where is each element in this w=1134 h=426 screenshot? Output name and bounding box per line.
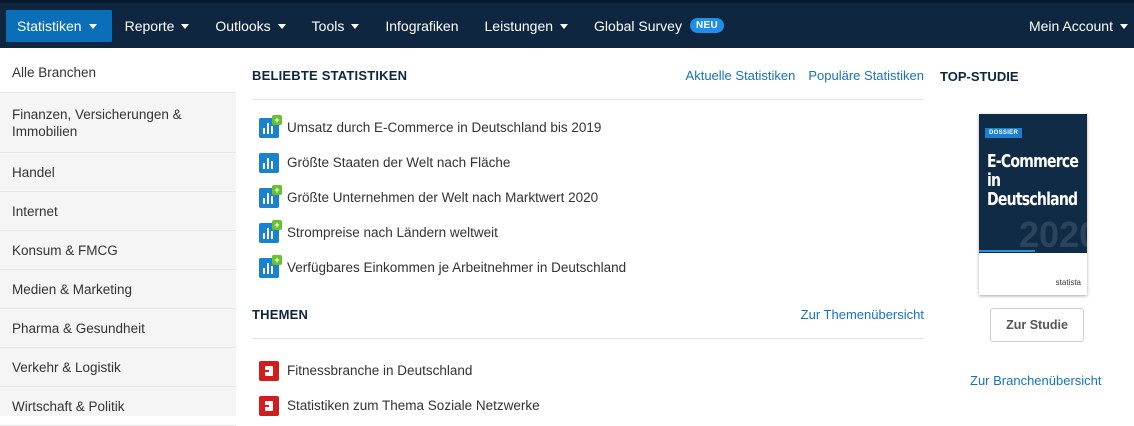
sidebar-item-label: Medien & Marketing	[12, 281, 133, 297]
nav-reporte[interactable]: Reporte	[112, 3, 203, 48]
sidebar-item-konsum[interactable]: Konsum & FMCG	[0, 231, 236, 270]
section-title: THEMEN	[252, 307, 309, 322]
nav-leistungen-label: Leistungen	[484, 17, 554, 34]
topics-list: Fitnessbranche in Deutschland Statistike…	[252, 339, 924, 423]
sidebar-item-medien[interactable]: Medien & Marketing	[0, 270, 236, 309]
nav-reporte-label: Reporte	[124, 17, 175, 34]
chevron-down-icon	[1120, 23, 1128, 29]
nav-infografiken-label: Infografiken	[385, 17, 459, 34]
sidebar-item-wirtschaft[interactable]: Wirtschaft & Politik	[0, 387, 236, 426]
nav-account-label: Mein Account	[1028, 17, 1113, 34]
bar-chart-premium-icon: +	[259, 114, 282, 138]
stat-link[interactable]: Strompreise nach Ländern weltweit	[287, 225, 498, 240]
chevron-down-icon	[277, 23, 286, 29]
stat-link[interactable]: Verfügbares Einkommen je Arbeitnehmer in…	[287, 260, 626, 275]
topic-report-icon	[259, 395, 279, 416]
topic-link[interactable]: Statistiken zum Thema Soziale Netzwerke	[287, 398, 540, 413]
cover-accent-line	[979, 250, 1035, 252]
stat-link[interactable]: Größte Staaten der Welt nach Fläche	[287, 155, 510, 170]
sidebar-item-label: Verkehr & Logistik	[12, 359, 121, 375]
current-stats-link[interactable]: Aktuelle Statistiken	[686, 68, 796, 83]
topics-overview-link[interactable]: Zur Themenübersicht	[801, 307, 924, 322]
sidebar: Alle Branchen Finanzen, Versicherungen &…	[0, 52, 236, 426]
sidebar-item-alle-branchen[interactable]: Alle Branchen	[0, 52, 236, 93]
chevron-down-icon	[88, 23, 97, 29]
list-item[interactable]: + Umsatz durch E-Commerce in Deutschland…	[252, 110, 924, 145]
list-item[interactable]: Fitnessbranche in Deutschland	[252, 353, 924, 388]
nav-account[interactable]: Mein Account	[1016, 3, 1134, 48]
nav-statistiken-label: Statistiken	[17, 17, 82, 34]
chevron-down-icon	[181, 23, 190, 29]
chevron-down-icon	[351, 23, 360, 29]
sidebar-item-internet[interactable]: Internet	[0, 192, 236, 231]
list-item[interactable]: Größte Staaten der Welt nach Fläche	[252, 145, 924, 180]
study-button[interactable]: Zur Studie	[990, 308, 1084, 342]
sidebar-item-label: Internet	[12, 203, 58, 219]
study-cover[interactable]: DOSSIER E-Commerce in Deutschland 2020 s…	[979, 114, 1087, 295]
statista-logo: statista	[1055, 278, 1081, 287]
stat-link[interactable]: Umsatz durch E-Commerce in Deutschland b…	[287, 120, 601, 135]
new-badge: NEU	[689, 18, 724, 33]
cover-title: E-Commerce in Deutschland	[987, 151, 1079, 210]
bar-chart-icon	[259, 152, 279, 173]
section-links: Aktuelle Statistiken Populäre Statistike…	[686, 68, 924, 83]
top-study-title: TOP-STUDIE	[940, 68, 1019, 84]
nav-infografiken[interactable]: Infografiken	[372, 3, 471, 48]
list-item[interactable]: + Strompreise nach Ländern weltweit	[252, 215, 924, 250]
bar-chart-premium-icon: +	[259, 184, 282, 208]
sidebar-item-finanzen[interactable]: Finanzen, Versicherungen & Immobilien	[0, 93, 236, 153]
topic-report-icon	[259, 360, 279, 381]
nav-outlooks-label: Outlooks	[215, 17, 271, 34]
sidebar-item-label: Wirtschaft & Politik	[12, 398, 125, 414]
sidebar-item-label: Alle Branchen	[12, 64, 97, 80]
sidebar-item-handel[interactable]: Handel	[0, 153, 236, 192]
sidebar-item-label: Handel	[12, 164, 55, 180]
chevron-down-icon	[560, 23, 569, 29]
top-study-panel: TOP-STUDIE DOSSIER E-Commerce in Deutsch…	[940, 52, 1134, 389]
dossier-tag: DOSSIER	[985, 128, 1023, 138]
top-navigation: Statistiken Reporte Outlooks Tools Infog…	[0, 0, 1134, 48]
bar-chart-premium-icon: +	[259, 254, 282, 278]
cover-footer	[979, 253, 1087, 295]
topics-section-header: THEMEN Zur Themenübersicht	[252, 291, 924, 339]
list-item[interactable]: Statistiken zum Thema Soziale Netzwerke	[252, 388, 924, 423]
nav-global-survey-label: Global Survey	[594, 17, 682, 34]
nav-leistungen[interactable]: Leistungen	[472, 3, 582, 48]
topic-link[interactable]: Fitnessbranche in Deutschland	[287, 363, 472, 378]
list-item[interactable]: + Größte Unternehmen der Welt nach Markt…	[252, 180, 924, 215]
list-item[interactable]: + Verfügbares Einkommen je Arbeitnehmer …	[252, 250, 924, 285]
bar-chart-premium-icon: +	[259, 219, 282, 243]
popular-stats-link[interactable]: Populäre Statistiken	[808, 68, 924, 83]
sidebar-item-label: Pharma & Gesundheit	[12, 320, 145, 336]
stat-link[interactable]: Größte Unternehmen der Welt nach Marktwe…	[287, 190, 598, 205]
nav-statistiken[interactable]: Statistiken	[6, 9, 112, 42]
main-content: BELIEBTE STATISTIKEN Aktuelle Statistike…	[252, 52, 924, 423]
nav-global-survey[interactable]: Global Survey NEU	[581, 3, 737, 48]
popular-section-header: BELIEBTE STATISTIKEN Aktuelle Statistike…	[252, 52, 924, 100]
section-title: BELIEBTE STATISTIKEN	[252, 68, 408, 83]
nav-tools-label: Tools	[311, 17, 345, 34]
sidebar-item-label: Konsum & FMCG	[12, 242, 118, 258]
branch-overview-link[interactable]: Zur Branchenübersicht	[970, 373, 1102, 388]
sidebar-item-label: Finanzen, Versicherungen & Immobilien	[12, 106, 182, 139]
nav-outlooks[interactable]: Outlooks	[202, 3, 298, 48]
sidebar-item-pharma[interactable]: Pharma & Gesundheit	[0, 309, 236, 348]
popular-stats-list: + Umsatz durch E-Commerce in Deutschland…	[252, 100, 924, 285]
sidebar-item-verkehr[interactable]: Verkehr & Logistik	[0, 348, 236, 387]
nav-tools[interactable]: Tools	[299, 3, 373, 48]
